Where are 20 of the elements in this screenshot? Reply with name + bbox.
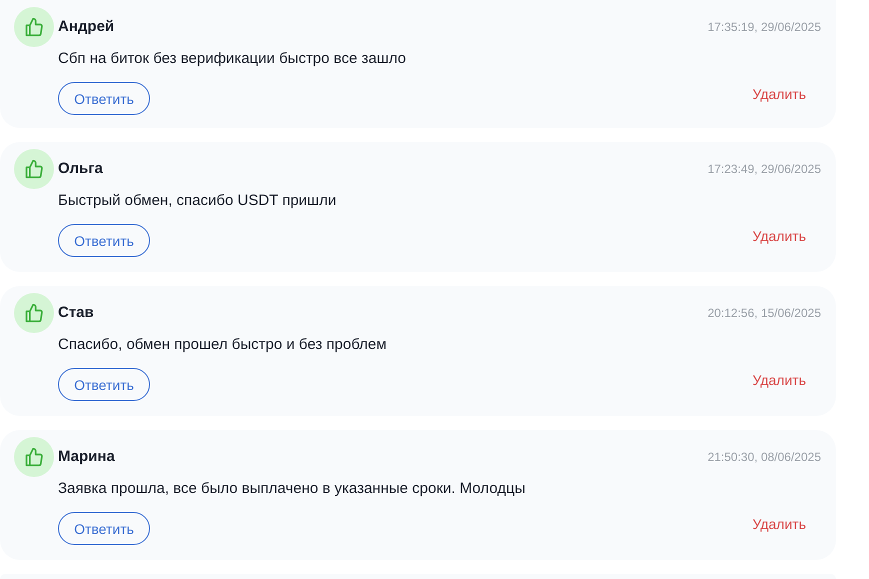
review-text: Быстрый обмен, спасибо USDT пришли [58,192,336,210]
author-name: Став [58,304,94,322]
delete-link[interactable]: Удалить [752,86,806,102]
timestamp: 21:50:30, 08/06/2025 [708,450,821,464]
delete-link[interactable]: Удалить [752,228,806,244]
reply-button[interactable]: Ответить [58,368,150,401]
timestamp: 17:35:19, 29/06/2025 [708,20,821,34]
delete-link[interactable]: Удалить [752,516,806,532]
author-name: Андрей [58,18,114,36]
review-text: Заявка прошла, все было выплачено в указанные сроки. Молодцы [58,480,526,498]
reply-button[interactable]: Ответить [58,512,150,545]
review-text: Сбп на биток без верификации быстро все зашло [58,50,406,68]
author-name: Марина [58,448,115,466]
author-name: Ольга [58,160,103,178]
reply-button[interactable]: Ответить [58,82,150,115]
delete-link[interactable]: Удалить [752,372,806,388]
reply-button[interactable]: Ответить [58,224,150,257]
timestamp: 20:12:56, 15/06/2025 [708,306,821,320]
review-text: Спасибо, обмен прошел быстро и без проблем [58,336,387,354]
timestamp: 17:23:49, 29/06/2025 [708,162,821,176]
